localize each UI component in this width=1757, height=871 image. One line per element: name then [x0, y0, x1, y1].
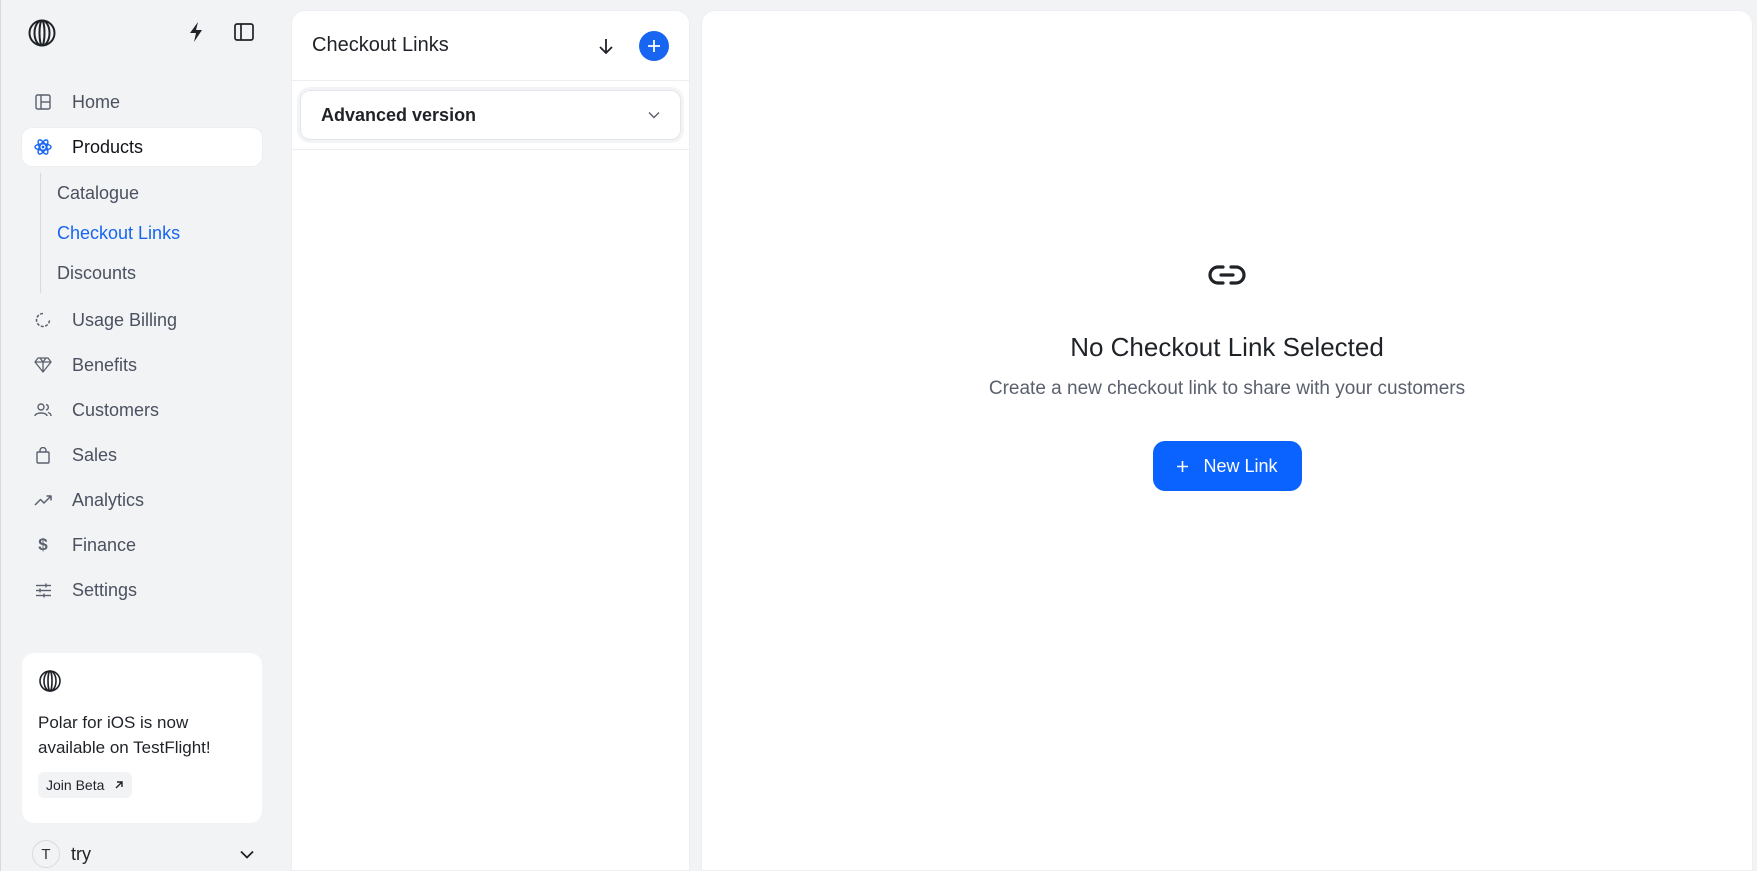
subnav-catalogue[interactable]: Catalogue — [57, 173, 262, 213]
bag-icon — [33, 445, 53, 465]
main-panel: No Checkout Link Selected Create a new c… — [701, 10, 1753, 871]
dollar-icon: $ — [38, 535, 48, 554]
users-icon — [33, 400, 53, 420]
nav-benefits-label: Benefits — [72, 354, 138, 375]
sort-button[interactable] — [591, 31, 621, 61]
list-title: Checkout Links — [312, 34, 449, 56]
list-header: Checkout Links — [292, 11, 689, 81]
home-icon — [33, 92, 53, 112]
nav-settings[interactable]: Settings — [22, 571, 262, 609]
nav-customers-label: Customers — [72, 399, 160, 420]
promo-text: Polar for iOS is now available on TestFl… — [38, 713, 211, 757]
polar-logo[interactable] — [27, 18, 57, 48]
nav-sales-label: Sales — [72, 444, 118, 465]
trend-icon — [33, 490, 53, 510]
empty-subtitle: Create a new checkout link to share with… — [988, 378, 1466, 399]
sidebar: Home Products Catalogue Checkout Links D… — [0, 0, 282, 871]
new-link-button[interactable]: New Link — [1152, 441, 1302, 491]
nav-products[interactable]: Products — [22, 128, 262, 166]
chevron-down-icon — [648, 112, 660, 119]
subnav-discounts[interactable]: Discounts — [57, 253, 262, 293]
sidebar-toggle-icon[interactable] — [232, 20, 256, 44]
new-link-label: New Link — [1203, 455, 1278, 476]
lightning-icon[interactable] — [184, 20, 208, 44]
products-subnav: Catalogue Checkout Links Discounts — [40, 173, 262, 293]
plus-icon — [1177, 460, 1189, 472]
main-nav: Home Products Catalogue Checkout Links D… — [22, 83, 262, 616]
polar-logo-small — [39, 670, 61, 692]
avatar: T — [32, 840, 60, 868]
testflight-promo-card: Polar for iOS is now available on TestFl… — [22, 653, 262, 823]
account-switcher[interactable]: T try — [32, 840, 254, 868]
chevron-down-icon — [240, 850, 254, 859]
nav-finance-label: Finance — [72, 534, 137, 555]
add-checkout-link-button[interactable] — [639, 30, 669, 61]
account-name: try — [71, 843, 91, 864]
nav-products-label: Products — [72, 136, 144, 157]
version-select[interactable]: Advanced version — [300, 90, 681, 140]
diamond-icon — [33, 355, 53, 375]
nav-analytics[interactable]: Analytics — [22, 481, 262, 519]
nav-sales[interactable]: Sales — [22, 436, 262, 474]
nav-benefits[interactable]: Benefits — [22, 346, 262, 384]
arrow-up-right-icon — [115, 781, 124, 789]
arrow-down-icon — [599, 38, 613, 54]
filter-wrap: Advanced version — [292, 81, 689, 150]
join-beta-button[interactable]: Join Beta — [38, 772, 133, 798]
link-icon — [1208, 265, 1246, 285]
nav-finance[interactable]: $ Finance — [22, 526, 262, 564]
join-beta-label: Join Beta — [46, 777, 105, 793]
products-icon — [33, 137, 53, 157]
plus-icon — [648, 39, 660, 52]
subnav-checkout-links[interactable]: Checkout Links — [57, 213, 262, 253]
nav-home-label: Home — [72, 91, 121, 112]
nav-analytics-label: Analytics — [72, 489, 145, 510]
usage-icon — [33, 310, 53, 330]
nav-home[interactable]: Home — [22, 83, 262, 121]
empty-state: No Checkout Link Selected Create a new c… — [702, 255, 1752, 491]
empty-title: No Checkout Link Selected — [1070, 332, 1384, 362]
checkout-links-list-panel: Checkout Links Advanced version — [291, 10, 690, 871]
version-select-value: Advanced version — [321, 104, 477, 125]
nav-settings-label: Settings — [72, 579, 138, 600]
sliders-icon — [33, 580, 53, 600]
nav-usage-billing-label: Usage Billing — [72, 309, 178, 330]
nav-usage-billing[interactable]: Usage Billing — [22, 301, 262, 339]
nav-customers[interactable]: Customers — [22, 391, 262, 429]
